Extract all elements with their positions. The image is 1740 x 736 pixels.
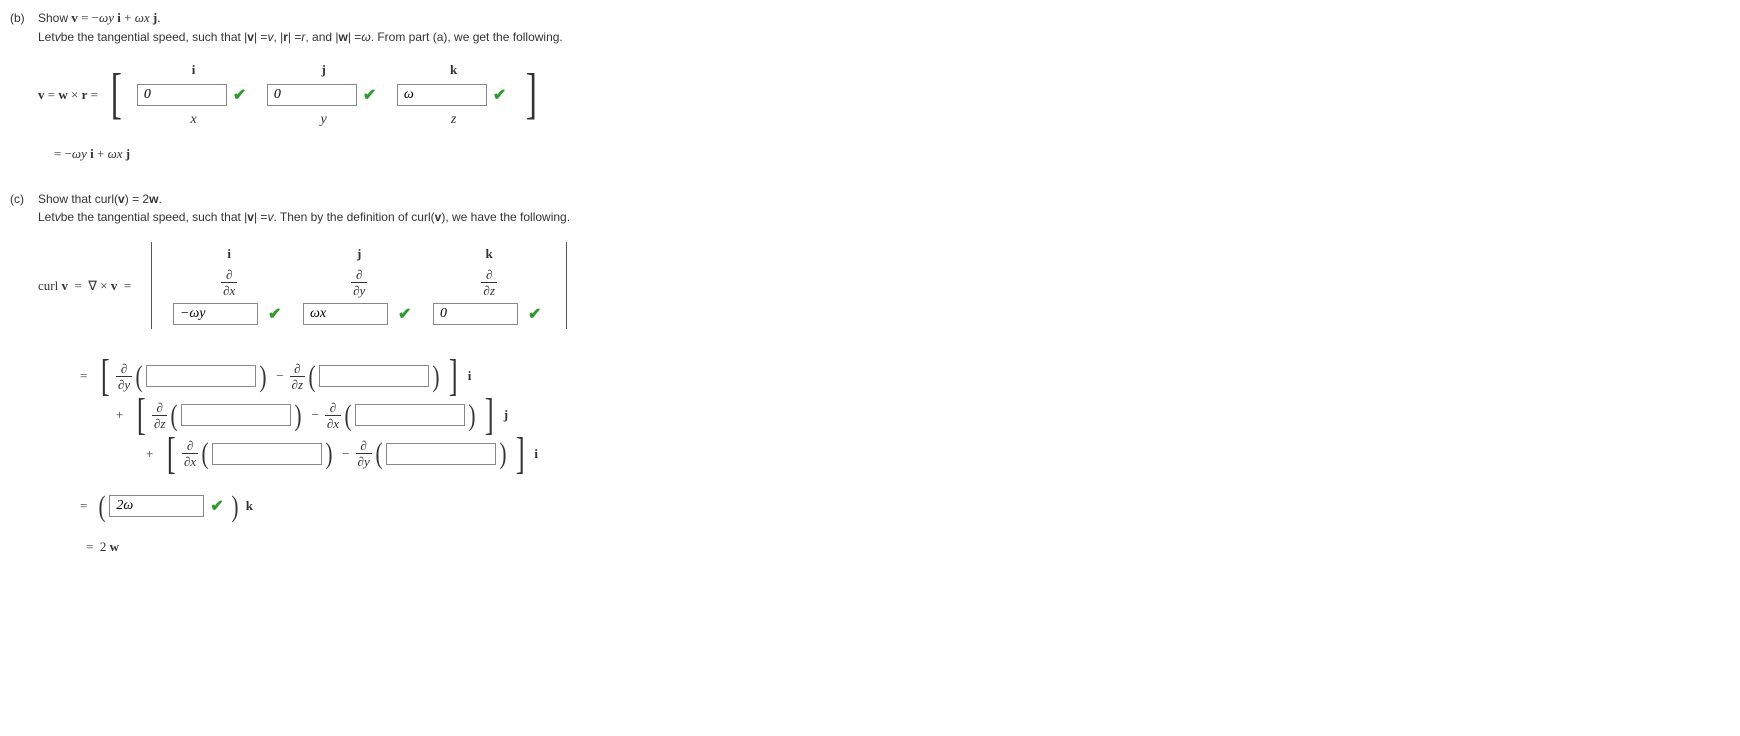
expansion-line-k: + [ ∂∂x ( ) − ∂∂y ( ) ] i bbox=[146, 439, 1730, 470]
answer-exp1-b[interactable] bbox=[319, 365, 429, 387]
part-c-title: Show that curl(v) = 2w. bbox=[38, 192, 162, 206]
left-bracket-icon: [ bbox=[101, 361, 110, 392]
check-icon: ✔ bbox=[210, 496, 223, 516]
right-paren-icon: ) bbox=[260, 366, 267, 387]
partial-dy: ∂ ∂y bbox=[351, 268, 367, 297]
det-row3-j: y bbox=[321, 112, 327, 128]
part-b-title: Show v = −ωy i + ωx j. bbox=[38, 10, 161, 26]
partial-dy: ∂∂y bbox=[356, 439, 372, 468]
part-b-intro: Let v be the tangential speed, such that… bbox=[38, 30, 1730, 44]
part-c-intro: Let v be the tangential speed, such that… bbox=[38, 210, 1730, 224]
left-paren-icon: ( bbox=[375, 443, 382, 464]
left-bracket-icon: [ bbox=[111, 75, 122, 114]
left-bracket-icon: [ bbox=[167, 439, 176, 470]
check-icon: ✔ bbox=[363, 85, 376, 105]
det-row3-i: x bbox=[191, 112, 197, 128]
left-paren-icon: ( bbox=[136, 366, 143, 387]
check-icon: ✔ bbox=[268, 304, 281, 324]
answer-b-j[interactable] bbox=[267, 84, 357, 106]
answer-exp2-b[interactable] bbox=[355, 404, 465, 426]
expansion-line-j: + [ ∂∂z ( ) − ∂∂x ( ) ] j bbox=[116, 400, 1730, 431]
left-paren-icon: ( bbox=[345, 405, 352, 426]
part-b-label: (b) bbox=[10, 11, 38, 25]
det-header-k: k bbox=[450, 62, 457, 78]
answer-exp1-a[interactable] bbox=[146, 365, 256, 387]
answer-final[interactable] bbox=[109, 495, 204, 517]
answer-exp3-a[interactable] bbox=[212, 443, 322, 465]
right-paren-icon: ) bbox=[326, 443, 333, 464]
left-paren-icon: ( bbox=[309, 366, 316, 387]
partial-dx: ∂∂x bbox=[182, 439, 198, 468]
partial-dz: ∂∂z bbox=[152, 401, 167, 430]
partial-dx: ∂ ∂x bbox=[221, 268, 237, 297]
det-header-i: i bbox=[192, 62, 196, 78]
part-b-determinant: v = w × r = [ i ✔ x j ✔ y k ✔ z ] bbox=[38, 62, 1730, 128]
unit-vector-k: k bbox=[246, 498, 253, 514]
left-bracket-icon: [ bbox=[137, 400, 146, 431]
det-c-header-i: i bbox=[227, 246, 231, 262]
answer-exp3-b[interactable] bbox=[386, 443, 496, 465]
right-paren-icon: ) bbox=[231, 496, 238, 517]
right-bracket-icon: ] bbox=[516, 439, 525, 470]
det-row3-k: z bbox=[451, 112, 456, 128]
answer-b-i[interactable] bbox=[137, 84, 227, 106]
right-bracket-icon: ] bbox=[525, 75, 536, 114]
right-paren-icon: ) bbox=[469, 405, 476, 426]
answer-b-k[interactable] bbox=[397, 84, 487, 106]
expansion-line-i: = [ ∂∂y ( ) − ∂∂z ( ) ] i bbox=[80, 361, 1730, 392]
partial-dz: ∂∂z bbox=[290, 362, 305, 391]
det-header-j: j bbox=[321, 62, 325, 78]
unit-vector-i2: i bbox=[534, 446, 538, 462]
part-b-lhs: v = w × r = bbox=[38, 87, 98, 103]
part-c-determinant: curl v = ∇ × v = i ∂ ∂x ✔ j ∂ bbox=[38, 242, 1730, 329]
right-paren-icon: ) bbox=[433, 366, 440, 387]
check-icon: ✔ bbox=[398, 304, 411, 324]
partial-dz: ∂ ∂z bbox=[481, 268, 496, 297]
unit-vector-j: j bbox=[504, 407, 508, 423]
partial-dy: ∂∂y bbox=[116, 362, 132, 391]
left-paren-icon: ( bbox=[202, 443, 209, 464]
partial-dx: ∂∂x bbox=[325, 401, 341, 430]
right-paren-icon: ) bbox=[295, 405, 302, 426]
part-b-result: = −ωy i + ωx j bbox=[54, 146, 1730, 162]
part-c-lhs: curl v = ∇ × v = bbox=[38, 278, 131, 294]
det-bar-left bbox=[151, 242, 152, 329]
unit-vector-i: i bbox=[468, 368, 472, 384]
left-paren-icon: ( bbox=[171, 405, 178, 426]
part-c-result: = 2 w bbox=[86, 539, 1730, 555]
det-bar-right bbox=[566, 242, 567, 329]
det-c-header-j: j bbox=[357, 246, 361, 262]
check-icon: ✔ bbox=[493, 85, 506, 105]
answer-c-i[interactable] bbox=[173, 303, 258, 325]
check-icon: ✔ bbox=[528, 304, 541, 324]
check-icon: ✔ bbox=[233, 85, 246, 105]
right-bracket-icon: ] bbox=[485, 400, 494, 431]
answer-c-k[interactable] bbox=[433, 303, 518, 325]
det-c-header-k: k bbox=[486, 246, 493, 262]
final-line: = ( ✔ ) k bbox=[80, 495, 1730, 517]
answer-exp2-a[interactable] bbox=[181, 404, 291, 426]
right-paren-icon: ) bbox=[499, 443, 506, 464]
part-c-label: (c) bbox=[10, 192, 38, 206]
answer-c-j[interactable] bbox=[303, 303, 388, 325]
right-bracket-icon: ] bbox=[449, 361, 458, 392]
left-paren-icon: ( bbox=[99, 496, 106, 517]
